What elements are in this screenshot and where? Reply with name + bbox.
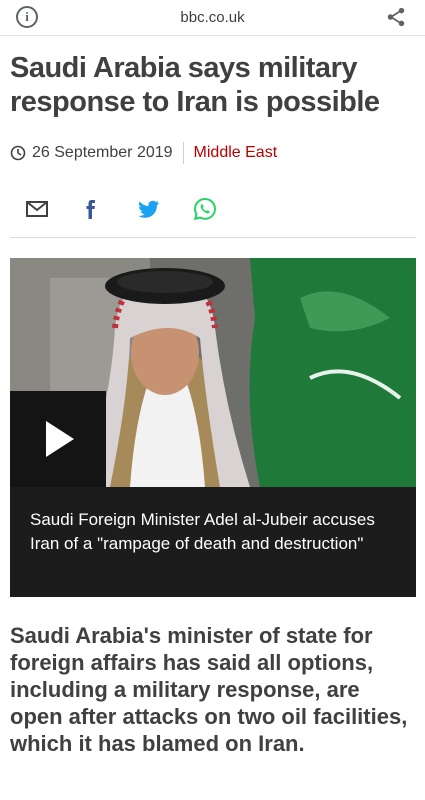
facebook-icon[interactable] xyxy=(79,196,105,222)
video-caption: Saudi Foreign Minister Adel al-Jubeir ac… xyxy=(30,510,375,553)
clock-icon xyxy=(10,145,26,161)
share-icon[interactable] xyxy=(385,6,407,28)
article-summary: Saudi Arabia's minister of state for for… xyxy=(10,623,408,756)
video-player[interactable]: Saudi Foreign Minister Adel al-Jubeir ac… xyxy=(10,258,416,597)
whatsapp-icon[interactable] xyxy=(192,196,218,222)
article-date: 26 September 2019 xyxy=(32,144,173,161)
browser-toolbar: i bbc.co.uk xyxy=(0,0,425,36)
article-meta: 26 September 2019 Middle East xyxy=(10,141,277,165)
category-link[interactable]: Middle East xyxy=(194,144,278,162)
twitter-icon[interactable] xyxy=(136,196,162,222)
play-button[interactable] xyxy=(10,391,106,487)
play-icon xyxy=(46,421,74,457)
share-bar xyxy=(10,190,416,238)
url-display[interactable]: bbc.co.uk xyxy=(0,9,425,26)
email-icon[interactable] xyxy=(24,196,50,222)
article-headline: Saudi Arabia says military response to I… xyxy=(10,52,380,118)
meta-divider xyxy=(182,142,184,164)
